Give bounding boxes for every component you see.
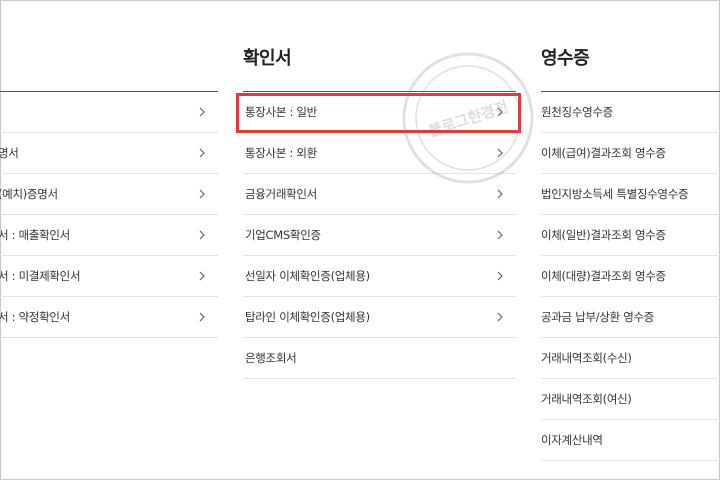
chevron-right-icon bbox=[196, 229, 208, 241]
column-confirmations-list: 통장사본 : 일반 통장사본 : 외환 금융거래확인서 기업CMS확인증 선일자… bbox=[243, 92, 516, 379]
chevron-right-icon bbox=[494, 147, 506, 159]
list-item[interactable]: 거래내역조회(여신) bbox=[541, 379, 720, 420]
list-item-label: 공과금 납부/상환 영수증 bbox=[541, 310, 655, 324]
list-item-label: 이체(급여)결과조회 영수증 bbox=[541, 146, 666, 160]
list-item[interactable]: 기업CMS확인증 bbox=[243, 215, 516, 256]
chevron-right-icon bbox=[196, 311, 208, 323]
list-item[interactable]: 법인지방소득세 특별징수영수증 bbox=[541, 174, 720, 215]
column-receipts-title: 영수증 bbox=[541, 48, 590, 69]
chevron-right-icon bbox=[196, 147, 208, 159]
list-item[interactable]: 서 : 매출확인서 bbox=[0, 215, 218, 256]
list-item[interactable]: 서 : 약정확인서 bbox=[0, 297, 218, 338]
list-item-label: 서 : 미결제확인서 bbox=[0, 269, 81, 283]
list-item[interactable]: 이체(대량)결과조회 영수증 bbox=[541, 256, 720, 297]
chevron-right-icon bbox=[196, 106, 208, 118]
list-item[interactable]: 이체(급여)결과조회 영수증 bbox=[541, 133, 720, 174]
list-item-label: 이체(일반)결과조회 영수증 bbox=[541, 228, 666, 242]
list-item-label: 기업CMS확인증 bbox=[245, 228, 321, 242]
column-left-list: 명서 (예치)증명서 서 : 매출확인서 서 : 미결제확인서 서 : 약정확인… bbox=[0, 92, 218, 338]
list-item-label: 금융거래확인서 bbox=[245, 187, 317, 201]
list-item-label: 이자계산내역 bbox=[541, 433, 603, 447]
list-item[interactable] bbox=[0, 92, 218, 133]
list-item-label: 서 : 매출확인서 bbox=[0, 228, 70, 242]
chevron-right-icon bbox=[196, 188, 208, 200]
list-item[interactable]: 통장사본 : 외환 bbox=[243, 133, 516, 174]
list-item[interactable]: 이체(일반)결과조회 영수증 bbox=[541, 215, 720, 256]
list-item-label: (예치)증명서 bbox=[0, 187, 58, 201]
chevron-right-icon bbox=[494, 106, 506, 118]
list-item[interactable]: (예치)증명서 bbox=[0, 174, 218, 215]
list-item[interactable]: 이자계산내역 bbox=[541, 420, 720, 461]
column-receipts-list: 원천징수영수증 이체(급여)결과조회 영수증 법인지방소득세 특별징수영수증 이… bbox=[541, 92, 720, 461]
list-item[interactable]: 명서 bbox=[0, 133, 218, 174]
chevron-right-icon bbox=[494, 188, 506, 200]
chevron-right-icon bbox=[494, 311, 506, 323]
list-item-label: 통장사본 : 일반 bbox=[245, 105, 317, 119]
list-item-label: 원천징수영수증 bbox=[541, 105, 613, 119]
chevron-right-icon bbox=[494, 229, 506, 241]
list-item[interactable]: 거래내역조회(수신) bbox=[541, 338, 720, 379]
list-item-label: 법인지방소득세 특별징수영수증 bbox=[541, 187, 689, 201]
list-item-label: 은행조회서 bbox=[245, 351, 297, 365]
list-item[interactable]: 은행조회서 bbox=[243, 338, 516, 379]
list-item[interactable]: 선일자 이체확인증(업체용) bbox=[243, 256, 516, 297]
list-item-label: 탑라인 이체확인증(업체용) bbox=[245, 310, 370, 324]
list-item-label: 명서 bbox=[0, 146, 19, 160]
column-confirmations-title: 확인서 bbox=[243, 48, 292, 69]
list-item-label: 서 : 약정확인서 bbox=[0, 310, 70, 324]
list-item[interactable]: 통장사본 : 일반 bbox=[243, 92, 516, 133]
list-item-label: 선일자 이체확인증(업체용) bbox=[245, 269, 370, 283]
list-item[interactable]: 탑라인 이체확인증(업체용) bbox=[243, 297, 516, 338]
chevron-right-icon bbox=[494, 270, 506, 282]
list-item[interactable]: 원천징수영수증 bbox=[541, 92, 720, 133]
list-item-label: 통장사본 : 외환 bbox=[245, 146, 317, 160]
list-item[interactable]: 금융거래확인서 bbox=[243, 174, 516, 215]
chevron-right-icon bbox=[196, 270, 208, 282]
list-item-label: 이체(대량)결과조회 영수증 bbox=[541, 269, 666, 283]
list-item[interactable]: 공과금 납부/상환 영수증 bbox=[541, 297, 720, 338]
list-item-label: 거래내역조회(여신) bbox=[541, 392, 632, 406]
list-item-label: 거래내역조회(수신) bbox=[541, 351, 632, 365]
list-item[interactable]: 서 : 미결제확인서 bbox=[0, 256, 218, 297]
